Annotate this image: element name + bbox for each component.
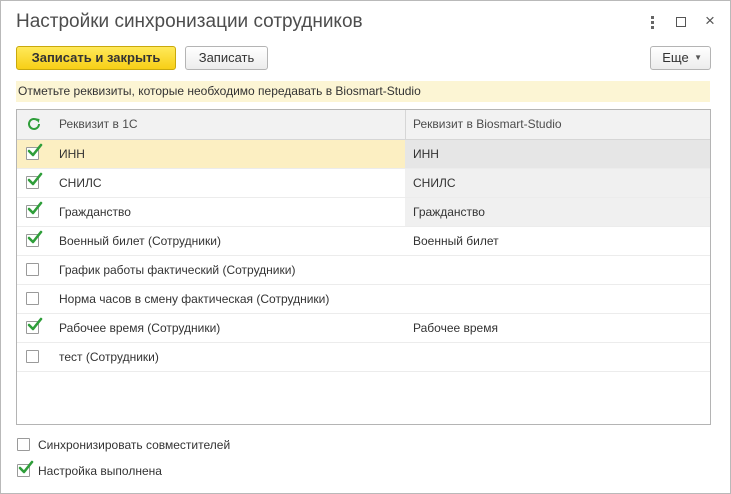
attr-1c-cell: тест (Сотрудники) [59, 350, 159, 364]
table-row[interactable]: График работы фактический (Сотрудники) [17, 256, 710, 285]
save-button[interactable]: Записать [185, 46, 268, 70]
chevron-down-icon: ▼ [694, 53, 702, 62]
sync-part-time-checkbox[interactable] [17, 438, 30, 451]
row-checkbox[interactable] [26, 317, 43, 334]
info-hint: Отметьте реквизиты, которые необходимо п… [16, 81, 710, 102]
attr-1c-cell: СНИЛС [59, 176, 102, 190]
attr-1c-cell: ИНН [59, 147, 85, 161]
attr-biosmart-cell[interactable] [405, 343, 710, 371]
checkmark-icon [27, 230, 43, 244]
more-actions-icon[interactable] [642, 11, 662, 33]
save-and-close-button[interactable]: Записать и закрыть [16, 46, 176, 70]
checkmark-icon [27, 172, 43, 186]
attr-biosmart-cell[interactable]: Рабочее время [405, 314, 710, 342]
attr-1c-cell: Норма часов в смену фактическая (Сотрудн… [59, 292, 330, 306]
title-bar: Настройки синхронизации сотрудников × [1, 1, 730, 43]
checkmark-icon [27, 201, 43, 215]
attr-1c-cell: График работы фактический (Сотрудники) [59, 263, 296, 277]
command-bar: Записать и закрыть Записать Еще ▼ [16, 46, 711, 72]
table-row[interactable]: Гражданство Гражданство [17, 198, 710, 227]
checkmark-icon [27, 317, 43, 331]
dialog-window: Настройки синхронизации сотрудников × За… [0, 0, 731, 494]
table-row[interactable]: тест (Сотрудники) [17, 343, 710, 372]
column-header-1c[interactable]: Реквизит в 1С [59, 110, 138, 139]
refresh-icon[interactable] [26, 116, 42, 132]
row-checkbox[interactable] [26, 172, 43, 189]
table-header: Реквизит в 1С Реквизит в Biosmart-Studio [17, 110, 710, 140]
row-checkbox[interactable] [26, 292, 39, 305]
setup-done-checkbox[interactable] [17, 460, 34, 477]
table-row[interactable]: Норма часов в смену фактическая (Сотрудн… [17, 285, 710, 314]
attr-1c-cell: Военный билет (Сотрудники) [59, 234, 221, 248]
maximize-icon[interactable] [671, 11, 691, 33]
setup-done-label: Настройка выполнена [38, 464, 162, 478]
more-button-label: Еще [662, 50, 689, 65]
column-divider [405, 110, 406, 139]
sync-part-time-label: Синхронизировать совместителей [38, 438, 231, 452]
attr-biosmart-cell[interactable] [405, 256, 710, 284]
checkmark-icon [27, 143, 43, 157]
row-checkbox[interactable] [26, 143, 43, 160]
attr-1c-cell: Рабочее время (Сотрудники) [59, 321, 221, 335]
row-checkbox[interactable] [26, 201, 43, 218]
more-button[interactable]: Еще ▼ [650, 46, 711, 70]
close-icon[interactable]: × [700, 11, 720, 33]
table-row[interactable]: ИНН ИНН [17, 140, 710, 169]
table-row[interactable]: СНИЛС СНИЛС [17, 169, 710, 198]
column-header-biosmart[interactable]: Реквизит в Biosmart-Studio [413, 110, 562, 139]
attr-biosmart-cell[interactable]: Гражданство [405, 198, 710, 226]
table-row[interactable]: Рабочее время (Сотрудники) Рабочее время [17, 314, 710, 343]
row-checkbox[interactable] [26, 230, 43, 247]
checkmark-icon [18, 460, 34, 474]
attributes-table: Реквизит в 1С Реквизит в Biosmart-Studio… [16, 109, 711, 425]
attr-biosmart-cell[interactable]: Военный билет [405, 227, 710, 255]
attr-biosmart-cell[interactable] [405, 285, 710, 313]
attr-biosmart-cell[interactable]: ИНН [405, 140, 710, 168]
row-checkbox[interactable] [26, 350, 39, 363]
window-title: Настройки синхронизации сотрудников [16, 11, 363, 32]
row-checkbox[interactable] [26, 263, 39, 276]
attr-biosmart-cell[interactable]: СНИЛС [405, 169, 710, 197]
attr-1c-cell: Гражданство [59, 205, 131, 219]
table-row[interactable]: Военный билет (Сотрудники) Военный билет [17, 227, 710, 256]
